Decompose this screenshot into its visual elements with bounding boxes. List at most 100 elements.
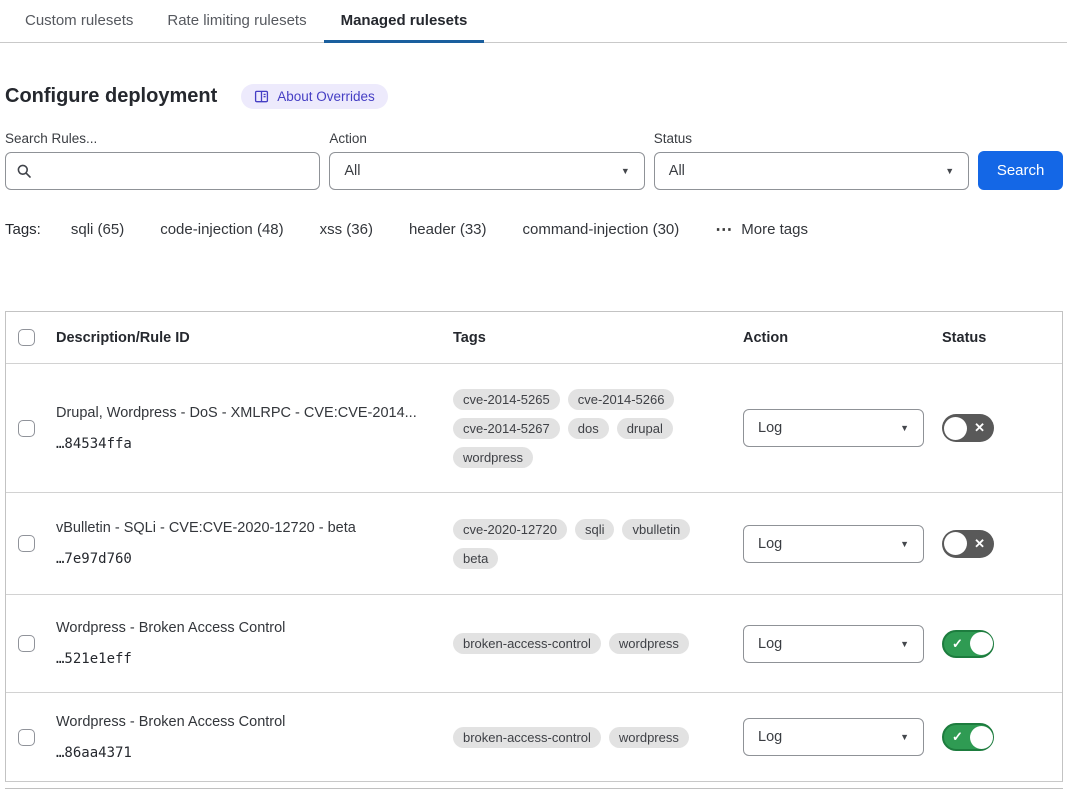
rule-id: …84534ffa (56, 436, 443, 452)
cross-icon: ✕ (967, 536, 992, 552)
rule-tags: cve-2020-12720 sqli vbulletin beta (453, 519, 711, 577)
table-row: vBulletin - SQLi - CVE:CVE-2020-12720 - … (6, 492, 1062, 594)
rule-description: Wordpress - Broken Access Control (56, 620, 443, 636)
status-toggle[interactable]: ✓ (942, 630, 994, 658)
action-select-value: Log (758, 420, 782, 436)
row-checkbox[interactable] (18, 635, 35, 652)
action-filter-select[interactable]: All ▼ (329, 152, 644, 190)
filters-row: Search Rules... Action All ▼ Status All … (5, 131, 1063, 190)
tag-pill[interactable]: vbulletin (622, 519, 690, 540)
toggle-knob (944, 532, 967, 555)
chevron-down-icon: ▼ (621, 166, 630, 176)
tag-pill[interactable]: wordpress (609, 727, 689, 748)
column-status: Status (942, 330, 1062, 346)
tag-pill[interactable]: broken-access-control (453, 633, 601, 654)
chevron-down-icon: ▼ (900, 423, 909, 433)
tag-pill[interactable]: cve-2020-12720 (453, 519, 567, 540)
tag-link-command-injection[interactable]: command-injection (30) (523, 221, 680, 238)
rules-table: Description/Rule ID Tags Action Status D… (5, 311, 1063, 782)
search-button[interactable]: Search (978, 151, 1063, 190)
tag-pill[interactable]: beta (453, 548, 498, 569)
rule-description: Drupal, Wordpress - DoS - XMLRPC - CVE:C… (56, 405, 443, 421)
status-filter-select[interactable]: All ▼ (654, 152, 969, 190)
tag-link-sqli[interactable]: sqli (65) (71, 221, 124, 238)
about-overrides-badge[interactable]: About Overrides (241, 84, 388, 109)
tag-pill[interactable]: wordpress (453, 447, 533, 468)
action-select[interactable]: Log ▼ (743, 625, 924, 663)
tab-custom-rulesets[interactable]: Custom rulesets (8, 0, 150, 42)
tag-link-header[interactable]: header (33) (409, 221, 487, 238)
column-tags: Tags (453, 330, 743, 346)
tag-link-xss[interactable]: xss (36) (320, 221, 373, 238)
action-select[interactable]: Log ▼ (743, 718, 924, 756)
rule-tags: broken-access-control wordpress (453, 727, 711, 756)
search-box (5, 152, 320, 190)
action-select-value: Log (758, 729, 782, 745)
rule-id: …86aa4371 (56, 745, 443, 761)
action-select-value: Log (758, 536, 782, 552)
toggle-knob (944, 417, 967, 440)
rule-tags: broken-access-control wordpress (453, 633, 711, 662)
next-row-divider (5, 788, 1063, 789)
status-filter-label: Status (654, 131, 969, 146)
table-row: Wordpress - Broken Access Control …521e1… (6, 594, 1062, 692)
select-all-checkbox[interactable] (18, 329, 35, 346)
row-checkbox[interactable] (18, 535, 35, 552)
status-toggle[interactable]: ✕ (942, 414, 994, 442)
heading-row: Configure deployment About Overrides (5, 84, 1063, 109)
tab-rate-limiting-rulesets[interactable]: Rate limiting rulesets (150, 0, 323, 42)
more-tags-label: More tags (741, 221, 808, 238)
tags-bar-label: Tags: (5, 221, 41, 238)
chevron-down-icon: ▼ (945, 166, 954, 176)
rule-tags: cve-2014-5265 cve-2014-5266 cve-2014-5267 d… (453, 389, 711, 476)
row-checkbox[interactable] (18, 420, 35, 437)
check-icon: ✓ (945, 636, 970, 652)
tag-pill[interactable]: drupal (617, 418, 673, 439)
cross-icon: ✕ (967, 420, 992, 436)
check-icon: ✓ (945, 729, 970, 745)
rule-id: …7e97d760 (56, 551, 443, 567)
search-rules-input[interactable] (40, 163, 309, 179)
tag-pill[interactable]: cve-2014-5265 (453, 389, 560, 410)
search-icon (16, 163, 32, 179)
rule-description: vBulletin - SQLi - CVE:CVE-2020-12720 - … (56, 520, 443, 536)
column-description: Description/Rule ID (56, 330, 453, 346)
more-dots-icon: ⋯ (715, 225, 733, 235)
tag-link-code-injection[interactable]: code-injection (48) (160, 221, 283, 238)
tab-managed-rulesets[interactable]: Managed rulesets (324, 0, 485, 43)
more-tags-button[interactable]: ⋯ More tags (715, 221, 808, 238)
action-select-value: Log (758, 636, 782, 652)
page-title: Configure deployment (5, 85, 217, 108)
column-action: Action (743, 330, 942, 346)
chevron-down-icon: ▼ (900, 539, 909, 549)
tags-bar: Tags: sqli (65) code-injection (48) xss … (5, 221, 1063, 238)
action-filter-value: All (344, 163, 360, 179)
status-toggle[interactable]: ✕ (942, 530, 994, 558)
tag-pill[interactable]: sqli (575, 519, 615, 540)
toggle-knob (970, 726, 993, 749)
chevron-down-icon: ▼ (900, 732, 909, 742)
table-row: Wordpress - Broken Access Control …86aa4… (6, 692, 1062, 781)
tag-pill[interactable]: cve-2014-5266 (568, 389, 675, 410)
tag-pill[interactable]: cve-2014-5267 (453, 418, 560, 439)
chevron-down-icon: ▼ (900, 639, 909, 649)
row-checkbox[interactable] (18, 729, 35, 746)
rule-description: Wordpress - Broken Access Control (56, 714, 443, 730)
toggle-knob (970, 632, 993, 655)
tag-links: sqli (65) code-injection (48) xss (36) h… (71, 221, 679, 238)
action-select[interactable]: Log ▼ (743, 409, 924, 447)
search-rules-label: Search Rules... (5, 131, 320, 146)
status-toggle[interactable]: ✓ (942, 723, 994, 751)
rule-id: …521e1eff (56, 651, 443, 667)
tag-pill[interactable]: dos (568, 418, 609, 439)
tag-pill[interactable]: broken-access-control (453, 727, 601, 748)
book-icon (254, 89, 269, 104)
action-filter-label: Action (329, 131, 644, 146)
action-select[interactable]: Log ▼ (743, 525, 924, 563)
about-overrides-label: About Overrides (277, 89, 375, 104)
table-header: Description/Rule ID Tags Action Status (6, 312, 1062, 363)
ruleset-tabbar: Custom rulesets Rate limiting rulesets M… (0, 0, 1067, 43)
status-filter-value: All (669, 163, 685, 179)
table-row: Drupal, Wordpress - DoS - XMLRPC - CVE:C… (6, 363, 1062, 492)
tag-pill[interactable]: wordpress (609, 633, 689, 654)
